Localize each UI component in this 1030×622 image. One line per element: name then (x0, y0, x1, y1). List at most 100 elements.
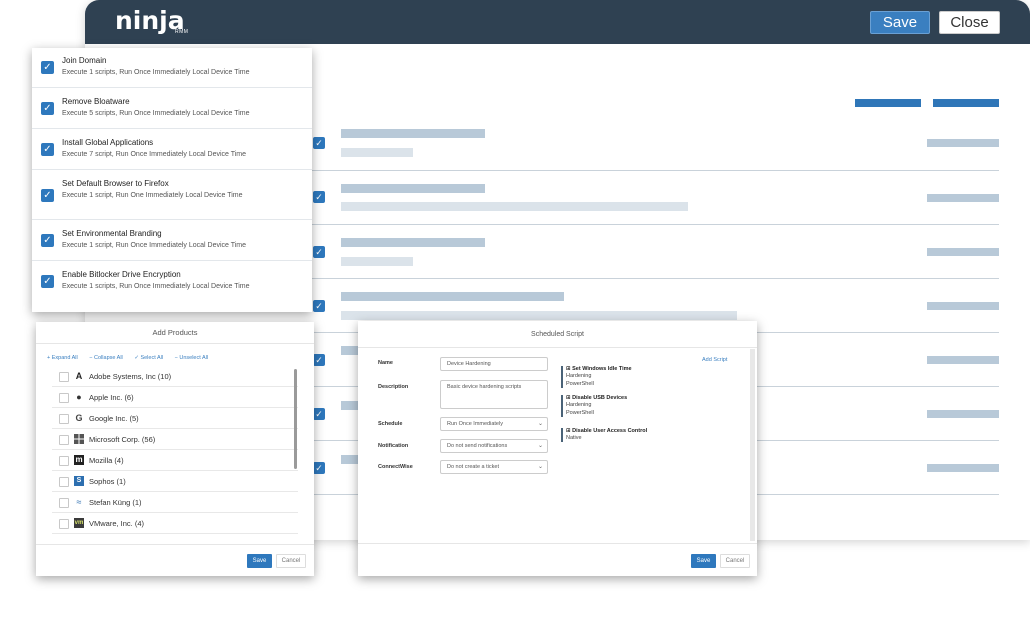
checkbox-checked[interactable]: ✓ (41, 102, 54, 115)
connectwise-label: ConnectWise (378, 464, 413, 470)
task-item-join-domain[interactable]: ✓ Join Domain Execute 1 scripts, Run Onc… (32, 48, 312, 88)
checkbox[interactable] (59, 372, 69, 382)
save-button[interactable]: Save (247, 554, 272, 568)
script-item[interactable]: ⊞ Disable User Access Control Native (561, 428, 731, 442)
checkbox-checked[interactable]: ✓ (41, 61, 54, 74)
notification-label: Notification (378, 443, 409, 449)
checkbox[interactable] (59, 393, 69, 403)
tortoise-icon: ≈ (76, 497, 82, 507)
row-divider (310, 170, 999, 171)
checkbox-checked[interactable]: ✓ (41, 189, 54, 202)
task-item-set-environmental-branding[interactable]: ✓ Set Environmental Branding Execute 1 s… (32, 220, 312, 261)
save-button[interactable]: Save (870, 11, 930, 34)
expand-all-link[interactable]: + Expand All (47, 355, 83, 361)
connectwise-value: Do not create a ticket (447, 464, 499, 470)
connectwise-select[interactable]: Do not create a ticket ⌄ (440, 460, 548, 474)
placeholder-subtitle (341, 311, 737, 320)
adobe-icon: A (75, 371, 83, 381)
checkbox-checked[interactable]: ✓ (41, 234, 54, 247)
checkbox[interactable] (59, 519, 69, 529)
checkbox[interactable] (59, 414, 69, 424)
row-checkbox[interactable]: ✓ (313, 354, 325, 366)
task-title: Remove Bloatware (62, 97, 130, 106)
placeholder-value (927, 464, 999, 472)
product-label: VMware, Inc. (4) (89, 519, 145, 528)
row-checkbox[interactable]: ✓ (313, 191, 325, 203)
row-checkbox[interactable]: ✓ (313, 462, 325, 474)
notification-select[interactable]: Do not send notifications ⌄ (440, 439, 548, 453)
name-input[interactable]: Device Hardening (440, 357, 548, 371)
close-button[interactable]: Close (939, 11, 1000, 34)
placeholder-value (927, 194, 999, 202)
checkbox[interactable] (59, 456, 69, 466)
placeholder-title (341, 129, 485, 138)
scrollbar[interactable] (750, 349, 755, 541)
chevron-down-icon: ⌄ (537, 443, 543, 449)
row-checkbox[interactable]: ✓ (313, 300, 325, 312)
placeholder-subtitle (341, 257, 413, 266)
divider (358, 347, 757, 348)
sophos-icon: S (74, 476, 84, 486)
add-products-panel: Add Products + Expand All − Collapse All… (36, 322, 314, 576)
vmware-icon: vm (74, 518, 84, 528)
product-item-google[interactable]: G Google Inc. (5) (52, 409, 298, 429)
mozilla-icon: m (74, 455, 84, 465)
task-checklist-panel: ✓ Join Domain Execute 1 scripts, Run Onc… (32, 48, 312, 312)
description-label: Description (378, 384, 409, 390)
product-item-stefan-kung[interactable]: ≈ Stefan Küng (1) (52, 493, 298, 513)
product-item-vmware[interactable]: vm VMware, Inc. (4) (52, 514, 298, 534)
product-label: Sophos (1) (89, 477, 126, 486)
divider (36, 544, 314, 545)
product-item-microsoft[interactable]: Microsoft Corp. (56) (52, 430, 298, 450)
schedule-label: Schedule (378, 421, 403, 427)
placeholder-subtitle (341, 202, 688, 211)
top-bar: ninja RMM Save Close (85, 0, 1030, 44)
checkbox-checked[interactable]: ✓ (41, 143, 54, 156)
cancel-button[interactable]: Cancel (720, 554, 750, 568)
row-checkbox[interactable]: ✓ (313, 137, 325, 149)
placeholder-title (341, 292, 564, 301)
task-item-install-global-applications[interactable]: ✓ Install Global Applications Execute 7 … (32, 129, 312, 170)
panel-title: Scheduled Script (531, 331, 584, 338)
product-item-sophos[interactable]: S Sophos (1) (52, 472, 298, 492)
select-all-link[interactable]: ✓ Select All (134, 355, 168, 361)
product-item-adobe[interactable]: A Adobe Systems, Inc (10) (52, 367, 298, 387)
cancel-button[interactable]: Cancel (276, 554, 306, 568)
placeholder-title (341, 238, 485, 247)
name-label: Name (378, 360, 393, 366)
script-item[interactable]: ⊞ Disable USB Devices Hardening PowerShe… (561, 395, 731, 417)
save-button[interactable]: Save (691, 554, 716, 568)
add-script-link[interactable]: Add Script (702, 357, 727, 363)
product-item-mozilla[interactable]: m Mozilla (4) (52, 451, 298, 471)
task-title: Set Default Browser to Firefox (62, 179, 169, 188)
placeholder-value (927, 248, 999, 256)
task-item-remove-bloatware[interactable]: ✓ Remove Bloatware Execute 5 scripts, Ru… (32, 88, 312, 129)
unselect-all-link[interactable]: − Unselect All (175, 355, 214, 361)
script-item[interactable]: ⊞ Set Windows Idle Time Hardening PowerS… (561, 366, 731, 388)
scrollbar[interactable] (294, 369, 297, 469)
task-item-set-default-browser[interactable]: ✓ Set Default Browser to Firefox Execute… (32, 170, 312, 220)
placeholder-header-bar (855, 99, 921, 107)
checkbox[interactable] (59, 477, 69, 487)
checkbox[interactable] (59, 498, 69, 508)
bulk-actions: + Expand All − Collapse All ✓ Select All… (47, 355, 218, 361)
task-subtitle: Execute 1 script, Run Once Immediately L… (62, 242, 247, 249)
task-item-enable-bitlocker[interactable]: ✓ Enable Bitlocker Drive Encryption Exec… (32, 261, 312, 312)
schedule-value: Run Once Immediately (447, 421, 503, 427)
panel-title: Add Products (152, 328, 198, 337)
divider (358, 543, 757, 544)
product-item-apple[interactable]: ● Apple Inc. (6) (52, 388, 298, 408)
checkbox-checked[interactable]: ✓ (41, 275, 54, 288)
row-checkbox[interactable]: ✓ (313, 408, 325, 420)
row-checkbox[interactable]: ✓ (313, 246, 325, 258)
placeholder-value (927, 302, 999, 310)
checkbox[interactable] (59, 435, 69, 445)
description-textarea[interactable]: Basic device hardening scripts (440, 380, 548, 409)
row-divider (310, 224, 999, 225)
task-subtitle: Execute 1 script, Run One Immediately Lo… (62, 192, 243, 199)
schedule-select[interactable]: Run Once Immediately ⌄ (440, 417, 548, 431)
placeholder-value (927, 139, 999, 147)
collapse-all-link[interactable]: − Collapse All (89, 355, 128, 361)
placeholder-title (341, 184, 485, 193)
script-language: Native (566, 435, 582, 441)
